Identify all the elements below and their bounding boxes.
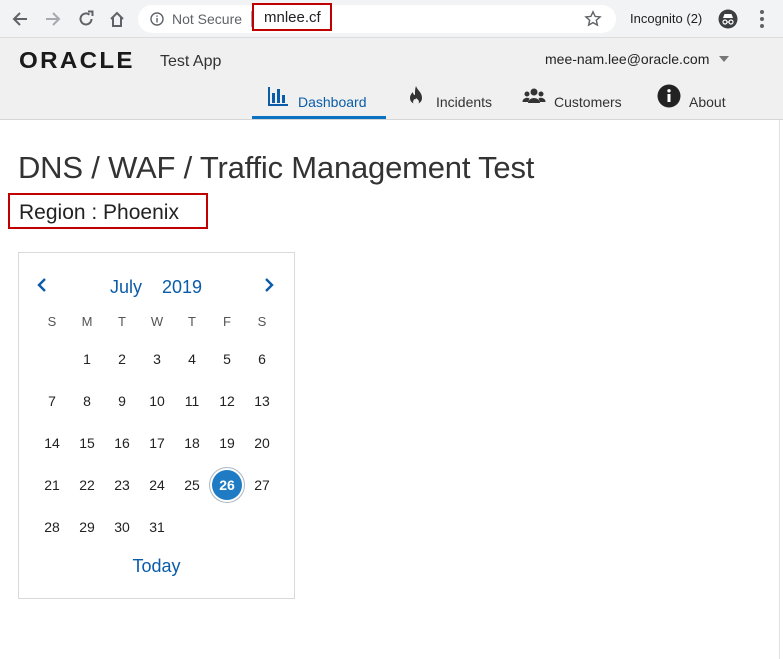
calendar-day[interactable]: 31 bbox=[142, 512, 172, 542]
calendar-day[interactable]: 6 bbox=[247, 344, 277, 374]
info-icon bbox=[657, 84, 681, 108]
calendar-month[interactable]: July bbox=[110, 277, 142, 298]
back-button[interactable] bbox=[9, 8, 31, 30]
weekday-header: F bbox=[223, 314, 231, 329]
calendar-year[interactable]: 2019 bbox=[162, 277, 202, 298]
reload-button[interactable] bbox=[75, 8, 97, 30]
calendar-day[interactable]: 21 bbox=[37, 470, 67, 500]
address-bar[interactable]: Not Secure bbox=[138, 5, 616, 33]
weekday-header: S bbox=[47, 314, 57, 329]
info-circle-icon[interactable] bbox=[150, 12, 164, 26]
calendar-day[interactable]: 10 bbox=[142, 386, 172, 416]
calendar-day[interactable]: 17 bbox=[142, 428, 172, 458]
app-name: Test App bbox=[160, 53, 222, 70]
app-header: ORACLE Test App mee-nam.lee@oracle.com D… bbox=[0, 38, 783, 120]
calendar-day[interactable]: 24 bbox=[142, 470, 172, 500]
calendar-day[interactable]: 25 bbox=[177, 470, 207, 500]
forward-arrow-icon bbox=[46, 12, 61, 26]
home-icon bbox=[110, 11, 124, 27]
nav-customers-label: Customers bbox=[554, 94, 622, 110]
bookmark-star-icon[interactable] bbox=[584, 10, 602, 28]
calendar-day[interactable]: 2 bbox=[107, 344, 137, 374]
region-highlight-box: Region : Phoenix bbox=[8, 193, 208, 229]
calendar-day[interactable]: 29 bbox=[72, 512, 102, 542]
oracle-logo: ORACLE bbox=[19, 47, 135, 73]
calendar-day[interactable]: 8 bbox=[72, 386, 102, 416]
browser-menu-icon[interactable] bbox=[760, 10, 764, 28]
calendar-day[interactable]: 11 bbox=[177, 386, 207, 416]
user-email[interactable]: mee-nam.lee@oracle.com bbox=[545, 51, 709, 67]
fire-icon bbox=[410, 86, 422, 105]
calendar-day[interactable]: 3 bbox=[142, 344, 172, 374]
url-highlight-box[interactable]: mnlee.cf bbox=[252, 3, 332, 31]
scrollbar-track bbox=[779, 120, 780, 659]
calendar-day[interactable]: 27 bbox=[247, 470, 277, 500]
calendar-day[interactable]: 20 bbox=[247, 428, 277, 458]
calendar-day[interactable]: 30 bbox=[107, 512, 137, 542]
nav-about-label: About bbox=[689, 94, 726, 110]
calendar-day[interactable]: 12 bbox=[212, 386, 242, 416]
bar-chart-icon bbox=[268, 87, 288, 106]
incognito-icon[interactable] bbox=[718, 9, 738, 29]
home-button[interactable] bbox=[106, 8, 128, 30]
nav-incidents[interactable]: Incidents bbox=[404, 86, 492, 119]
calendar-day[interactable]: 14 bbox=[37, 428, 67, 458]
chevron-left-icon[interactable] bbox=[34, 277, 50, 293]
weekday-header: T bbox=[188, 314, 196, 329]
calendar-day[interactable]: 9 bbox=[107, 386, 137, 416]
calendar-day[interactable]: 1 bbox=[72, 344, 102, 374]
calendar-day[interactable]: 18 bbox=[177, 428, 207, 458]
calendar-day[interactable]: 7 bbox=[37, 386, 67, 416]
calendar-day[interactable]: 4 bbox=[177, 344, 207, 374]
weekday-header: M bbox=[81, 314, 93, 329]
url-text[interactable]: mnlee.cf bbox=[264, 9, 321, 26]
weekday-header: T bbox=[118, 314, 126, 329]
nav-dashboard-label: Dashboard bbox=[298, 94, 367, 110]
forward-button[interactable] bbox=[42, 8, 64, 30]
calendar-day[interactable]: 13 bbox=[247, 386, 277, 416]
back-arrow-icon bbox=[12, 12, 27, 26]
weekday-header: W bbox=[150, 314, 164, 329]
calendar-day[interactable]: 23 bbox=[107, 470, 137, 500]
chevron-right-icon[interactable] bbox=[261, 277, 277, 293]
nav-customers[interactable]: Customers bbox=[522, 86, 622, 119]
calendar-day[interactable]: 5 bbox=[212, 344, 242, 374]
calendar-day-selected[interactable]: 26 bbox=[212, 470, 242, 500]
region-label: Region : Phoenix bbox=[19, 201, 179, 224]
security-status[interactable]: Not Secure bbox=[172, 11, 242, 27]
calendar-day[interactable]: 22 bbox=[72, 470, 102, 500]
calendar-day[interactable]: 28 bbox=[37, 512, 67, 542]
chevron-down-icon[interactable] bbox=[719, 56, 730, 62]
page-title: DNS / WAF / Traffic Management Test bbox=[18, 150, 535, 185]
nav-dashboard[interactable]: Dashboard bbox=[252, 86, 386, 119]
calendar-day[interactable]: 16 bbox=[107, 428, 137, 458]
weekday-header: S bbox=[257, 314, 267, 329]
calendar-day[interactable]: 15 bbox=[72, 428, 102, 458]
today-button[interactable]: Today bbox=[19, 556, 294, 577]
user-menu[interactable]: mee-nam.lee@oracle.com bbox=[545, 51, 730, 67]
nav-about[interactable]: About bbox=[657, 84, 726, 119]
calendar-day[interactable]: 19 bbox=[212, 428, 242, 458]
date-picker-calendar: July 2019 Today S M T W T F S 1 2 3 4 5 6 7 8 9 10 11 12 13… bbox=[18, 252, 295, 599]
browser-toolbar: Not Secure mnlee.cf Incognito (2) bbox=[0, 0, 783, 38]
incognito-label[interactable]: Incognito (2) bbox=[630, 11, 702, 26]
reload-icon bbox=[79, 10, 94, 26]
people-icon bbox=[522, 88, 546, 103]
nav-incidents-label: Incidents bbox=[436, 94, 493, 110]
